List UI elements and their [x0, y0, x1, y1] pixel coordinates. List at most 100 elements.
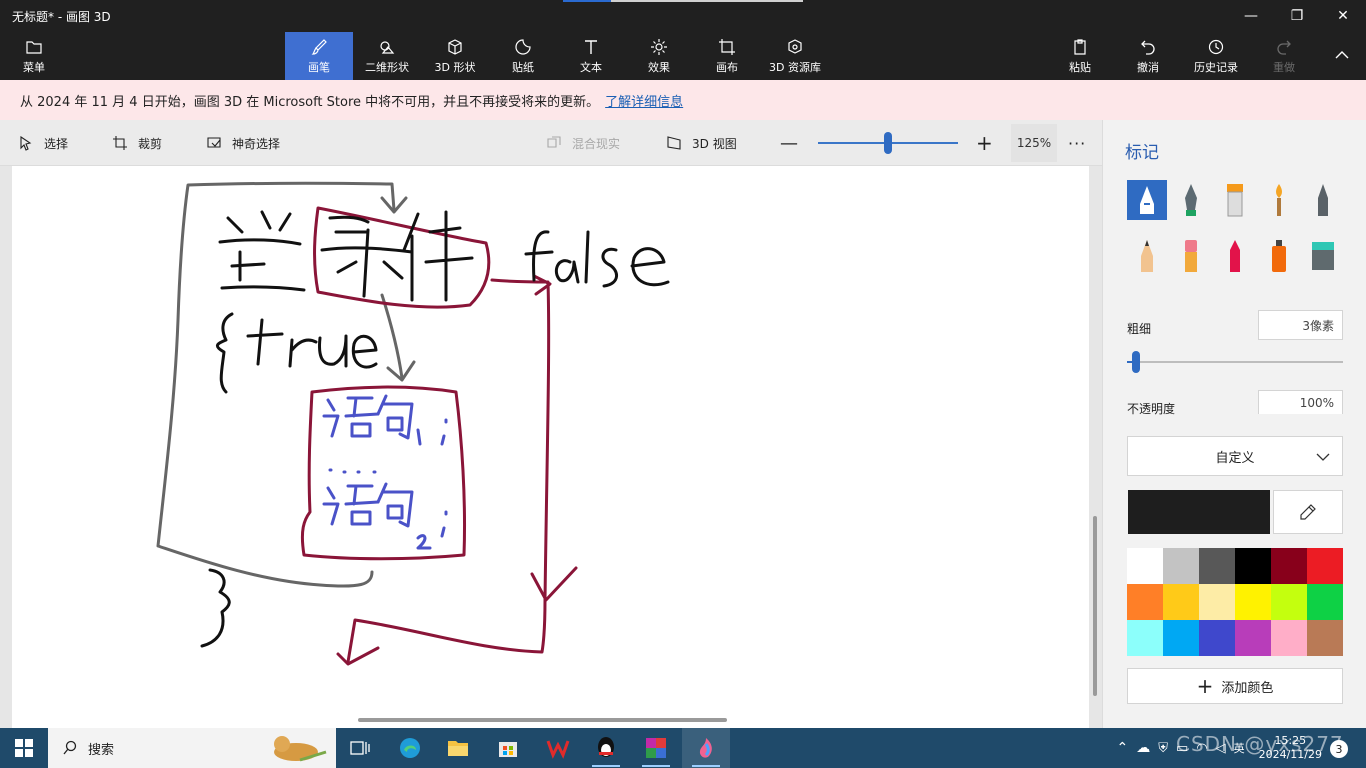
color-swatch[interactable]	[1271, 620, 1307, 656]
wps-app[interactable]	[534, 728, 582, 768]
learn-more-link[interactable]: 了解详细信息	[605, 91, 683, 110]
paint3d-app[interactable]	[682, 728, 730, 768]
color-swatch[interactable]	[1235, 548, 1271, 584]
start-button[interactable]	[0, 728, 48, 768]
zoom-in-button[interactable]: +	[976, 120, 993, 166]
qq-app[interactable]	[582, 728, 630, 768]
color-swatch[interactable]	[1127, 620, 1163, 656]
crimson-arrowhead-end	[336, 646, 380, 666]
handwritten-flowchart-drawing	[156, 181, 670, 666]
tool-stickers[interactable]: 贴纸	[489, 32, 557, 80]
taskbar: 搜索 ⌃ ☁ ⛨ ▭ ◠ ◁ 英 15:25 2024/11/29	[0, 728, 1366, 768]
text-icon	[585, 39, 597, 54]
tool-text[interactable]: 文本	[557, 32, 625, 80]
store-app[interactable]	[484, 728, 532, 768]
tool-effects[interactable]: 效果	[625, 32, 693, 80]
pointer-icon	[20, 135, 32, 151]
color-swatch[interactable]	[1235, 584, 1271, 620]
thickness-slider-thumb[interactable]	[1132, 351, 1141, 373]
brush-oil[interactable]	[1215, 180, 1255, 220]
color-swatch[interactable]	[1163, 620, 1199, 656]
brush-calligraphy-pen[interactable]	[1171, 180, 1211, 220]
undo-button[interactable]: 撤消	[1120, 32, 1176, 80]
tool-brushes[interactable]: 画笔	[285, 32, 353, 80]
brush-fill[interactable]	[1303, 236, 1343, 276]
magic-select-button[interactable]: 神奇选择	[206, 120, 280, 166]
color-swatch[interactable]	[1199, 620, 1235, 656]
redo-label: 重做	[1273, 60, 1295, 74]
paint3d-window: 无标题* - 画图 3D — ❐ ✕ 菜单 画笔 二维形状 3D 形状 贴纸 文…	[0, 0, 1366, 768]
color-swatch[interactable]	[1127, 584, 1163, 620]
zoom-out-button[interactable]: —	[780, 120, 798, 166]
folder-icon	[448, 741, 468, 756]
brush-pencil[interactable]	[1127, 236, 1167, 276]
more-options-button[interactable]: ···	[1068, 120, 1086, 166]
color-swatch[interactable]	[1235, 620, 1271, 656]
edge-app[interactable]	[386, 728, 434, 768]
3d-library-icon	[788, 38, 802, 54]
zoom-value[interactable]: 125%	[1011, 124, 1057, 162]
color-swatch[interactable]	[1127, 548, 1163, 584]
statement-box	[300, 385, 467, 561]
drawing-canvas[interactable]	[12, 166, 1089, 728]
undo-icon	[1141, 40, 1155, 55]
tool-3d-shapes[interactable]: 3D 形状	[421, 32, 489, 80]
opacity-input[interactable]: 100%	[1258, 390, 1343, 414]
add-color-button[interactable]: + 添加颜色	[1127, 668, 1343, 704]
archive-icon	[646, 738, 666, 758]
2d-shapes-icon	[380, 40, 395, 54]
paste-button[interactable]: 粘贴	[1052, 32, 1108, 80]
redo-button[interactable]: 重做	[1256, 32, 1312, 80]
tool-canvas[interactable]: 画布	[693, 32, 761, 80]
file-explorer-app[interactable]	[434, 728, 482, 768]
color-swatch[interactable]	[1163, 584, 1199, 620]
brush-pixel-pen[interactable]	[1303, 180, 1343, 220]
brush-eraser[interactable]	[1171, 236, 1211, 276]
select-button[interactable]: 选择	[18, 120, 68, 166]
thickness-slider[interactable]	[1127, 361, 1343, 363]
task-view-icon	[350, 741, 370, 755]
color-swatch[interactable]	[1307, 584, 1343, 620]
eyedropper-button[interactable]	[1273, 490, 1343, 534]
taskbar-search-box[interactable]: 搜索	[48, 728, 336, 768]
maximize-button[interactable]: ❐	[1274, 0, 1320, 32]
minimize-button[interactable]: —	[1228, 0, 1274, 32]
opacity-label: 不透明度	[1127, 402, 1176, 416]
thickness-input[interactable]: 3像素	[1258, 310, 1343, 340]
close-button[interactable]: ✕	[1320, 0, 1366, 32]
preset-dropdown[interactable]: 自定义	[1127, 436, 1343, 476]
vertical-scrollbar[interactable]	[1093, 516, 1097, 696]
brush-crayon[interactable]	[1215, 236, 1255, 276]
winrar-app[interactable]	[632, 728, 680, 768]
brush-spray-can[interactable]	[1259, 236, 1299, 276]
brush-marker[interactable]	[1127, 180, 1167, 220]
task-view-button[interactable]	[336, 728, 384, 768]
chevron-up-icon[interactable]: ⌃	[1116, 740, 1128, 756]
notification-badge[interactable]: 3	[1330, 740, 1348, 758]
color-swatch[interactable]	[1199, 548, 1235, 584]
security-icon[interactable]: ⛨	[1158, 741, 1168, 756]
mixed-reality-button[interactable]: 混合现实	[546, 120, 620, 166]
current-color-swatch[interactable]	[1128, 490, 1270, 534]
cloud-icon[interactable]: ☁	[1136, 740, 1150, 756]
collapse-ribbon-button[interactable]	[1320, 32, 1364, 80]
color-swatch[interactable]	[1163, 548, 1199, 584]
color-swatch[interactable]	[1271, 548, 1307, 584]
horizontal-scrollbar[interactable]	[358, 718, 727, 722]
menu-button[interactable]: 菜单	[10, 32, 58, 80]
color-swatch[interactable]	[1199, 584, 1235, 620]
3d-view-button[interactable]: 3D 视图	[666, 120, 737, 166]
color-swatch[interactable]	[1307, 548, 1343, 584]
chevron-up-icon	[1335, 50, 1349, 58]
zoom-slider-thumb[interactable]	[884, 132, 892, 154]
brush-watercolor[interactable]	[1259, 180, 1299, 220]
history-button[interactable]: 历史记录	[1186, 32, 1246, 80]
color-swatch[interactable]	[1271, 584, 1307, 620]
tool-2d-shapes[interactable]: 二维形状	[353, 32, 421, 80]
qq-penguin-icon	[598, 737, 614, 757]
tool-3d-library[interactable]: 3D 资源库	[761, 32, 829, 80]
color-swatch[interactable]	[1307, 620, 1343, 656]
menu-label: 菜单	[23, 60, 45, 74]
crop-button[interactable]: 裁剪	[112, 120, 162, 166]
tool-label: 3D 资源库	[769, 60, 821, 74]
